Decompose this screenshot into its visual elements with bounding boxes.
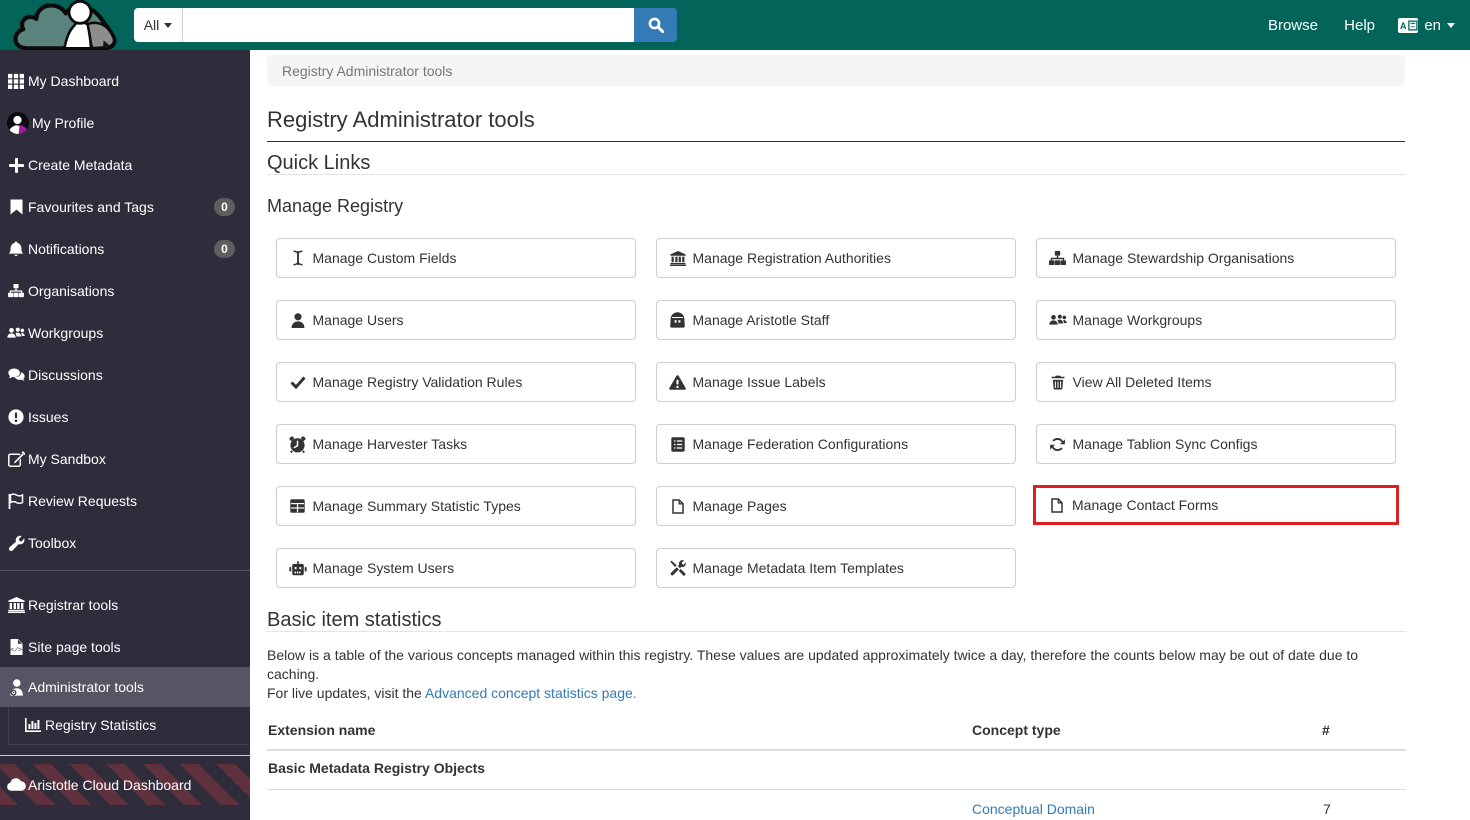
- svg-text:A: A: [1400, 21, 1407, 31]
- svg-text:</>: </>: [10, 647, 22, 654]
